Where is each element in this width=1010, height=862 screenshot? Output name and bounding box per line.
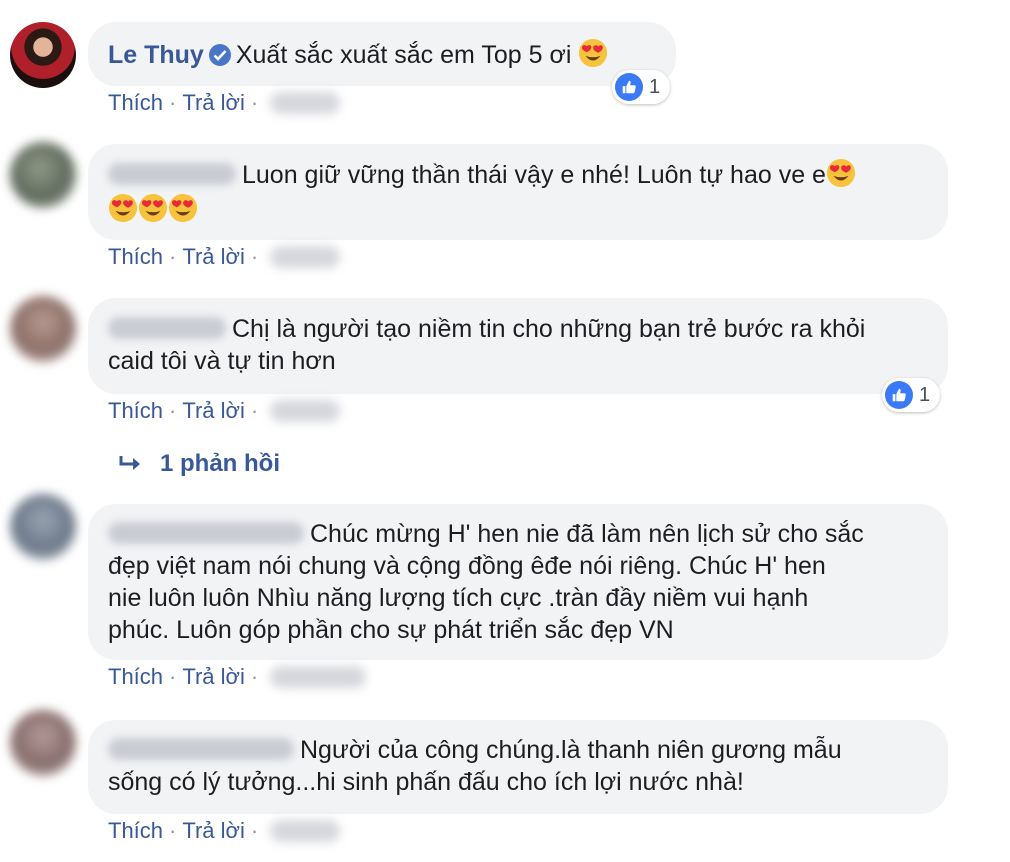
comment-text: Xuất sắc xuất sắc em Top 5 ơi [235,41,572,69]
avatar[interactable] [10,22,76,88]
commenter-name[interactable] [108,522,304,544]
heart-eyes-emoji [578,38,608,68]
like-thumb-icon [615,73,643,101]
comment-actions: Thích · Trả lời · [108,664,367,690]
commenter-name[interactable]: Le Thuy [108,41,204,69]
reaction-summary[interactable]: 1 [612,70,671,104]
commenter-name[interactable] [108,738,294,760]
like-link[interactable]: Thích [108,244,163,269]
comment-text-line: đẹp việt nam nói chung và cộng đồng êđe … [108,552,826,580]
comment-text-line: Người của công chúng.là thanh niên gương… [300,736,842,764]
comment-bubble: Le Thuy Xuất sắc xuất sắc em Top 5 ơi [88,22,676,86]
timestamp[interactable] [270,820,341,842]
comment-actions: Thích · Trả lời · [108,90,341,116]
timestamp[interactable] [270,666,367,688]
reply-link[interactable]: Trả lời [182,664,245,689]
comment-bubble: Luon giữ vững thần thái vậy e nhé! Luôn … [88,144,948,240]
like-link[interactable]: Thích [108,818,163,843]
comment-text: Luon giữ vững thần thái vậy e nhé! Luôn … [242,161,826,189]
comment-text-line: Chị là người tạo niềm tin cho những bạn … [232,315,866,343]
reply-link[interactable]: Trả lời [182,818,245,843]
reaction-count: 1 [919,383,931,406]
reaction-count: 1 [649,75,661,98]
reply-link[interactable]: Trả lời [182,398,245,423]
comment-bubble: Người của công chúng.là thanh niên gương… [88,720,948,814]
comment-actions: Thích · Trả lời · [108,244,341,270]
heart-eyes-emoji [168,193,198,223]
reply-link[interactable]: Trả lời [182,90,245,115]
like-thumb-icon [885,381,913,409]
verified-badge-icon [208,44,231,66]
like-link[interactable]: Thích [108,90,163,115]
replies-count: 1 phản hồi [160,450,280,477]
comment-text-line: nie luôn luôn Nhìu năng lượng tích cực .… [108,584,809,612]
avatar[interactable] [10,142,76,208]
like-link[interactable]: Thích [108,664,163,689]
comment-text-line: Chúc mừng H' hen nie đã làm nên lịch sử … [310,520,864,548]
avatar[interactable] [10,494,76,560]
heart-eyes-emoji [138,193,168,223]
reply-arrow-icon [119,456,140,470]
reply-link[interactable]: Trả lời [182,244,245,269]
comment-text-line: phúc. Luôn góp phần cho sự phát triển sắ… [108,616,674,644]
comment-text-line: caid tôi và tự tin hơn [108,347,336,375]
comment-bubble: Chúc mừng H' hen nie đã làm nên lịch sử … [88,504,948,660]
comment-bubble: Chị là người tạo niềm tin cho những bạn … [88,298,948,394]
avatar[interactable] [10,296,76,362]
like-link[interactable]: Thích [108,398,163,423]
comment-text-line: sống có lý tưởng...hi sinh phấn đấu cho … [108,768,744,796]
commenter-name[interactable] [108,317,226,339]
reaction-summary[interactable]: 1 [882,378,941,412]
view-replies-link[interactable]: 1 phản hồi [118,450,280,478]
timestamp[interactable] [270,246,341,268]
timestamp[interactable] [270,92,341,114]
commenter-name[interactable] [108,163,236,185]
comment-actions: Thích · Trả lời · [108,398,341,424]
avatar[interactable] [10,710,76,776]
timestamp[interactable] [270,400,341,422]
comment-actions: Thích · Trả lời · [108,818,341,844]
heart-eyes-emoji [108,193,138,223]
heart-eyes-emoji [826,158,856,188]
